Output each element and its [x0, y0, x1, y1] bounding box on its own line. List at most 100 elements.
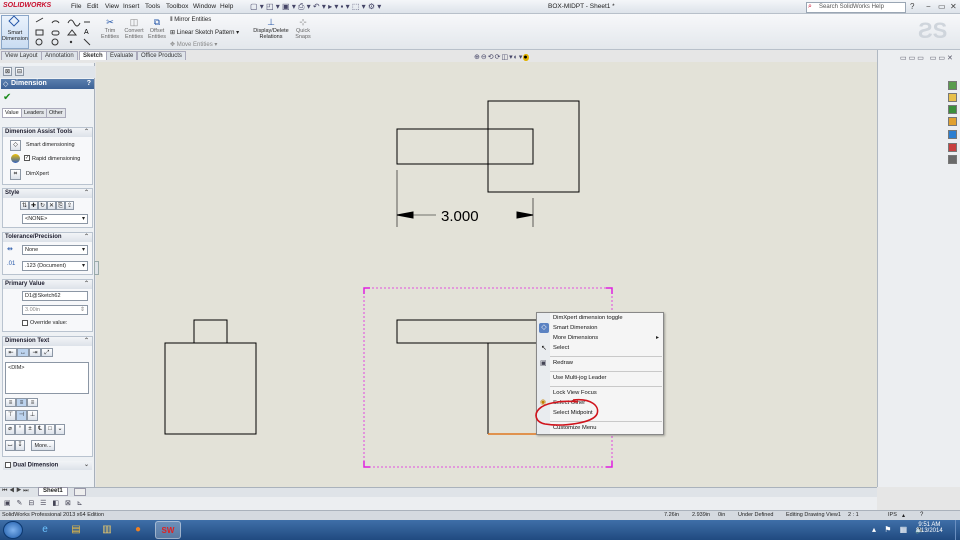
text-position-4-icon[interactable]: ⤢: [41, 348, 53, 357]
dimension-value-text[interactable]: 3.000: [441, 208, 479, 225]
justify-top-icon[interactable]: ⊤: [5, 410, 16, 421]
search-input[interactable]: Search SolidWorks Help: [806, 2, 906, 13]
sheet-nav-icons[interactable]: ⏮ ◀ ▶ ⏭: [2, 488, 29, 495]
help-icon[interactable]: ?: [910, 2, 914, 11]
minimize-icon[interactable]: −: [926, 2, 931, 11]
taskbar-clock[interactable]: 9:51 AM 8/13/2014: [916, 522, 943, 534]
assist-tools-header[interactable]: Dimension Assist Tools ⌃: [3, 128, 92, 137]
dimension-value-field[interactable]: 3.00in ⇕: [22, 305, 88, 315]
trim-entities-button[interactable]: ✂ Trim Entities: [100, 17, 120, 40]
tab-leaders[interactable]: Leaders: [21, 108, 47, 118]
tab-sketch[interactable]: Sketch: [79, 51, 107, 60]
menu-tools[interactable]: Tools: [145, 3, 160, 10]
tab-sheet1[interactable]: Sheet1: [38, 487, 68, 496]
show-desktop-button[interactable]: [955, 520, 960, 540]
sketch-entity-icons[interactable]: A: [34, 17, 98, 47]
menu-item-multi-jog-leader[interactable]: Use Multi-jog Leader: [553, 375, 607, 381]
solidworks-resources-icon[interactable]: [948, 81, 957, 90]
add-style-icon[interactable]: ✚: [29, 201, 38, 210]
diameter-symbol-icon[interactable]: ⌀: [5, 424, 15, 435]
mirror-entities-button[interactable]: ⫴ Mirror Entities: [170, 17, 211, 24]
firefox-icon[interactable]: ●: [125, 521, 151, 539]
convert-entities-button[interactable]: ◫ Convert Entities: [122, 17, 146, 40]
close-icon[interactable]: ✕: [950, 2, 957, 11]
start-button[interactable]: [3, 521, 23, 539]
primary-value-header[interactable]: Primary Value ⌃: [3, 280, 92, 289]
tab-annotation[interactable]: Annotation: [41, 51, 78, 60]
align-center-icon[interactable]: ≡: [16, 398, 27, 407]
tab-evaluate[interactable]: Evaluate: [106, 51, 138, 60]
tolerance-type-select[interactable]: None ▾: [22, 245, 88, 255]
tolerance-header[interactable]: Tolerance/Precision ⌃: [3, 233, 92, 242]
text-position-2-icon[interactable]: ↔: [17, 348, 29, 357]
smart-dimensioning-icon[interactable]: ◇: [10, 140, 21, 151]
linear-sketch-pattern-button[interactable]: ⊞ Linear Sketch Pattern ▾: [170, 29, 239, 36]
menu-edit[interactable]: Edit: [87, 3, 98, 10]
custom-properties-icon[interactable]: [948, 143, 957, 152]
style-select[interactable]: <NONE> ▾: [22, 214, 88, 224]
more-symbols-button[interactable]: More...: [31, 440, 55, 451]
apply-default-style-icon[interactable]: ⇅: [20, 201, 29, 210]
unit-system-chevron-icon[interactable]: ▴: [902, 512, 905, 519]
display-delete-relations-button[interactable]: ⊥ Display/Delete Relations: [253, 17, 289, 40]
sheet-scale[interactable]: 2 : 1: [848, 512, 859, 518]
appearances-icon[interactable]: [948, 130, 957, 139]
bottom-tool-icons[interactable]: ▣ ✎ ⊟ ☰ ◧ ⊠ ⊾: [4, 499, 85, 507]
left-view-body[interactable]: [164, 342, 257, 435]
left-view-tab[interactable]: [193, 319, 228, 344]
plus-minus-symbol-icon[interactable]: ±: [25, 424, 35, 435]
tab-view-layout[interactable]: View Layout: [1, 51, 42, 60]
quick-access-toolbar[interactable]: ▢ ▾ ◰ ▾ ▣ ▾ ⎙ ▾ ↶ ▾ ▸ ▾ ▪ ▾ ⬚ ▾ ⚙ ▾: [250, 2, 381, 12]
solidworks-taskbar-icon[interactable]: SW: [155, 521, 181, 539]
help-button[interactable]: ?: [87, 80, 91, 87]
offset-entities-button[interactable]: ⧉ Offset Entities: [148, 17, 166, 40]
dual-dimension-checkbox[interactable]: [5, 462, 11, 468]
dual-dimension-header[interactable]: Dual Dimension ⌄: [3, 461, 92, 470]
update-style-icon[interactable]: ↻: [38, 201, 47, 210]
menu-view[interactable]: View: [105, 3, 119, 10]
property-manager-tab-icon[interactable]: ⊠: [3, 67, 12, 76]
delete-style-icon[interactable]: ✕: [47, 201, 56, 210]
front-view-bar[interactable]: [396, 319, 538, 344]
justify-bottom-icon[interactable]: ⊥: [27, 410, 38, 421]
degree-symbol-icon[interactable]: °: [15, 424, 25, 435]
solidworks-logo[interactable]: SOLIDWORKS: [3, 2, 51, 9]
dimension-name-field[interactable]: D1@Sketch62: [22, 291, 88, 301]
dimension-text-area[interactable]: <DIM>: [5, 362, 89, 394]
feature-tree-tab-icon[interactable]: ⊟: [15, 67, 24, 76]
menu-item-redraw[interactable]: Redraw: [553, 360, 573, 366]
tab-value[interactable]: Value: [2, 108, 22, 118]
drawing-sheet[interactable]: 3.000: [96, 62, 877, 488]
override-value-checkbox[interactable]: [22, 320, 28, 326]
menu-toolbox[interactable]: Toolbox: [166, 3, 188, 10]
window-controls-inner[interactable]: ▭▭▭ ▭▭✕: [900, 54, 955, 62]
square-symbol-icon[interactable]: □: [45, 424, 55, 435]
dimxpert-icon[interactable]: ⌗: [10, 169, 21, 180]
text-position-1-icon[interactable]: ⇤: [5, 348, 17, 357]
depth-icon[interactable]: ↧: [15, 440, 25, 451]
help-status-icon[interactable]: ?: [920, 512, 923, 518]
countersink-icon[interactable]: ⌴: [5, 440, 15, 451]
move-entities-button[interactable]: ✥ Move Entities ▾: [170, 41, 217, 48]
spinner-icon[interactable]: ⇕: [80, 306, 85, 313]
forum-icon[interactable]: [948, 155, 957, 164]
load-style-icon[interactable]: ⇪: [65, 201, 74, 210]
text-position-3-icon[interactable]: ⇥: [29, 348, 41, 357]
file-explorer-icon[interactable]: [948, 105, 957, 114]
menu-file[interactable]: File: [71, 3, 81, 10]
unit-system[interactable]: IPS: [888, 512, 897, 518]
more-symbols-icon[interactable]: ⌄: [55, 424, 65, 435]
media-folder-icon[interactable]: ▤: [63, 521, 89, 539]
tab-other[interactable]: Other: [46, 108, 66, 118]
design-library-icon[interactable]: [948, 93, 957, 102]
menu-item-more-dimensions[interactable]: More Dimensions: [553, 335, 598, 341]
dimension-text-header[interactable]: Dimension Text ⌃: [3, 337, 92, 346]
menu-window[interactable]: Window: [193, 3, 216, 10]
view-palette-icon[interactable]: [948, 117, 957, 126]
quick-snaps-button[interactable]: ⊹ Quick Snaps: [292, 17, 314, 40]
menu-item-smart-dimension[interactable]: Smart Dimension: [553, 325, 597, 331]
align-left-icon[interactable]: ≡: [5, 398, 16, 407]
panel-splitter-handle[interactable]: [94, 261, 99, 275]
menu-help[interactable]: Help: [220, 3, 233, 10]
ok-checkmark-icon[interactable]: ✔: [3, 92, 11, 103]
